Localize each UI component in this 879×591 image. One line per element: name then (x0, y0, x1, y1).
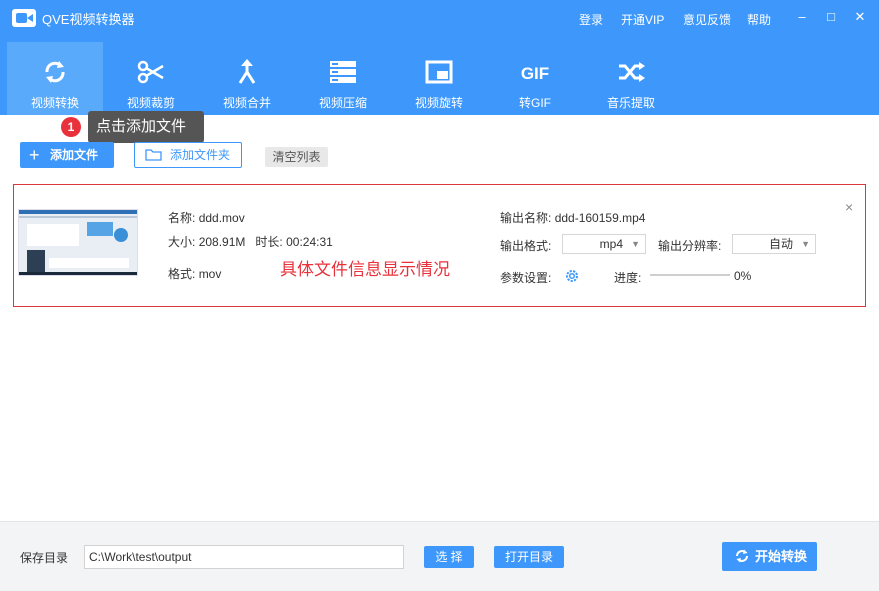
progress-label: 进度: (614, 271, 642, 285)
shuffle-icon (619, 62, 645, 82)
file-format-label: 格式: (168, 267, 196, 281)
tab-label: 视频旋转 (414, 96, 463, 110)
tab-label: 视频转换 (30, 96, 79, 110)
gear-icon[interactable] (564, 268, 580, 284)
file-name-row: 名称: ddd.mov (168, 209, 245, 226)
refresh-icon (736, 549, 748, 563)
login-link[interactable]: 登录 (579, 11, 603, 28)
tooltip-text: 点击添加文件 (96, 118, 187, 135)
merge-icon (238, 59, 256, 84)
file-name-value: ddd.mov (198, 211, 245, 225)
add-folder-button[interactable]: 添加文件夹 (134, 142, 242, 168)
gif-icon: GIF (521, 64, 549, 83)
close-window-button[interactable]: ✕ (852, 9, 868, 25)
clear-list-button[interactable]: 清空列表 (265, 147, 328, 167)
file-duration-value: 00:24:31 (286, 235, 333, 249)
file-format-row: 格式: mov (168, 265, 221, 282)
app-logo-icon (12, 9, 36, 27)
add-file-button[interactable]: + 添加文件 (20, 142, 114, 168)
file-format-value: mov (198, 267, 222, 281)
tab-label: 视频压缩 (318, 96, 367, 110)
tab-label: 音乐提取 (606, 96, 655, 110)
output-format-label: 输出格式: (500, 239, 552, 253)
file-item-panel: 名称: ddd.mov 大小: 208.91M 时长: 00:24:31 格式:… (13, 184, 866, 307)
output-format-value: mp4 (599, 237, 623, 251)
output-resolution-select[interactable]: 自动 ▼ (732, 234, 816, 254)
tab-label: 视频合并 (222, 96, 271, 110)
file-size-row: 大小: 208.91M 时长: 00:24:31 (168, 233, 333, 250)
start-convert-button[interactable]: 开始转换 (722, 542, 817, 571)
select-dir-button[interactable]: 选 择 (424, 546, 474, 568)
tab-video-compress[interactable]: 视频压缩 (295, 42, 391, 115)
compress-icon (330, 61, 356, 83)
params-label: 参数设置: (500, 271, 552, 285)
tab-video-crop[interactable]: 视频裁剪 (103, 42, 199, 115)
help-link[interactable]: 帮助 (747, 11, 771, 28)
output-name-label: 输出名称: (500, 211, 552, 225)
tab-label: 视频裁剪 (126, 96, 175, 110)
start-convert-label: 开始转换 (755, 549, 808, 564)
output-name-row: 输出名称: ddd-160159.mp4 (500, 209, 645, 226)
maximize-button[interactable]: □ (823, 9, 839, 25)
progress-bar (650, 274, 730, 276)
app-title: QVE视频转换器 (42, 12, 135, 27)
file-info-note: 具体文件信息显示情况 (280, 260, 450, 279)
add-file-tooltip: 点击添加文件 (88, 111, 204, 143)
tab-music-extract[interactable]: 音乐提取 (583, 42, 679, 115)
gif-icon-text: GIF (521, 64, 549, 83)
tab-label: 转GIF (519, 96, 551, 110)
refresh-icon (45, 61, 65, 83)
open-dir-button[interactable]: 打开目录 (494, 546, 564, 568)
file-size-value: 208.91M (198, 235, 246, 249)
add-folder-label: 添加文件夹 (170, 148, 231, 162)
minimize-button[interactable]: – (794, 9, 810, 25)
scissors-icon (137, 60, 164, 84)
save-dir-input[interactable] (84, 545, 404, 569)
vip-link[interactable]: 开通VIP (621, 11, 664, 28)
file-size-label: 大小: (168, 235, 196, 249)
file-duration-label: 时长: (255, 235, 283, 249)
plus-icon: + (29, 145, 40, 165)
add-file-label: 添加文件 (50, 148, 99, 162)
progress-value: 0% (734, 269, 752, 283)
video-thumbnail (18, 209, 138, 276)
footer: 保存目录 选 择 打开目录 开始转换 (0, 521, 879, 591)
tab-video-merge[interactable]: 视频合并 (199, 42, 295, 115)
feedback-link[interactable]: 意见反馈 (683, 11, 731, 28)
rotate-icon (425, 60, 453, 84)
output-name-value: ddd-160159.mp4 (554, 211, 646, 225)
output-resolution-value: 自动 (768, 237, 793, 251)
save-dir-label: 保存目录 (20, 551, 69, 565)
step-badge: 1 (61, 117, 81, 137)
tab-video-rotate[interactable]: 视频旋转 (391, 42, 487, 115)
output-resolution-label: 输出分辨率: (658, 239, 722, 253)
folder-icon (145, 149, 162, 161)
tab-video-convert[interactable]: 视频转换 (7, 42, 103, 115)
chevron-down-icon: ▼ (801, 239, 810, 249)
remove-file-button[interactable]: × (845, 199, 853, 215)
file-name-label: 名称: (168, 211, 196, 225)
header: QVE视频转换器 登录 开通VIP 意见反馈 帮助 – □ ✕ 视频转换 视频裁… (0, 0, 879, 115)
output-format-select[interactable]: mp4 ▼ (562, 234, 646, 254)
chevron-down-icon: ▼ (631, 239, 640, 249)
tab-to-gif[interactable]: GIF 转GIF (487, 42, 583, 115)
title-bar: QVE视频转换器 登录 开通VIP 意见反馈 帮助 – □ ✕ (0, 0, 879, 36)
